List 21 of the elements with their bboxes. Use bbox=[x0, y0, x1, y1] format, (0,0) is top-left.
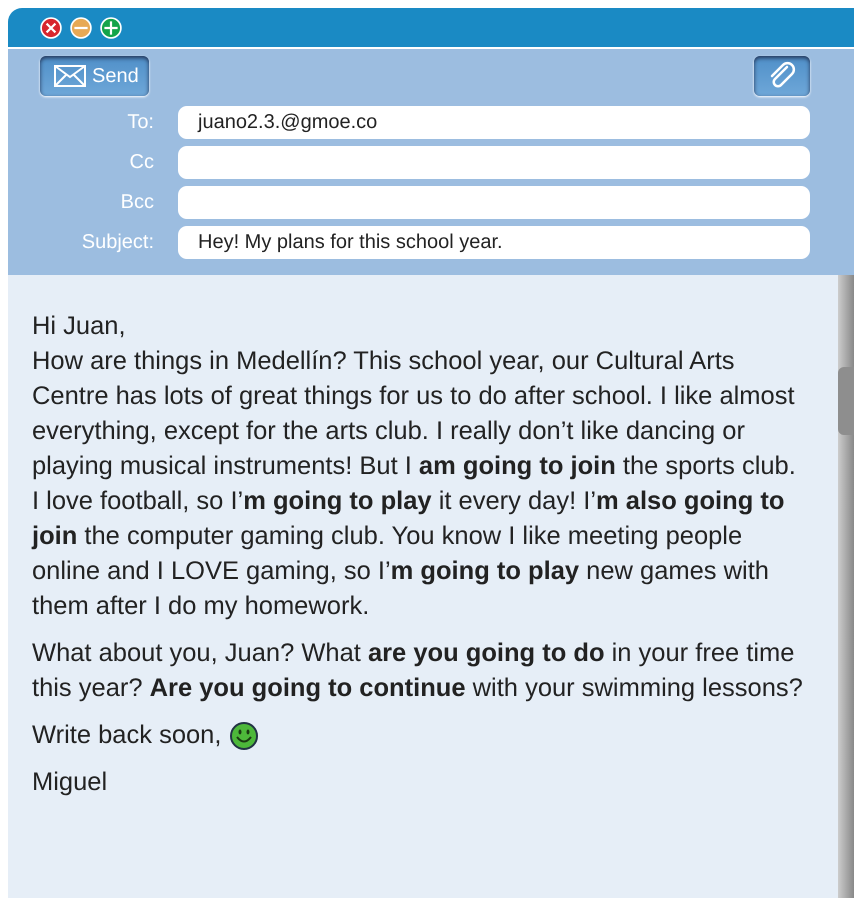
maximize-icon[interactable] bbox=[100, 16, 122, 38]
field-label: Subject: bbox=[80, 231, 155, 254]
input-field[interactable] bbox=[178, 146, 810, 179]
scroll-thumb[interactable] bbox=[838, 367, 854, 435]
closing-text: Write back soon, bbox=[32, 720, 222, 751]
close-icon[interactable] bbox=[40, 16, 62, 38]
field-label: Cc bbox=[128, 151, 155, 174]
minimize-icon[interactable] bbox=[70, 16, 92, 38]
message-paragraph: What about you, Juan? What are you going to do in your free time this year? Are you going to continue with your swimming lessons? bbox=[32, 638, 804, 704]
envelope-icon bbox=[54, 65, 86, 87]
field-label: Bcc bbox=[120, 191, 155, 214]
input-field[interactable]: juano2.3.@gmoe.co bbox=[178, 106, 810, 139]
input-field[interactable] bbox=[178, 186, 810, 219]
attach-button[interactable] bbox=[754, 56, 810, 96]
message-paragraph: How are things in Medellín? This school year, our Cultural Arts Centre has lots of great things for us to do after school. I like almost everything, except for the arts club. I really don’t like dancing or playing musical instruments! But I am going to join the sports club. I love football, so I’m going to play it every day! I’m also going to join the computer gaming club. You know I like meeting people online and I LOVE gaming, so I’m going to play new games with them after I do my homework. bbox=[32, 346, 797, 622]
smiley-icon bbox=[229, 720, 260, 750]
greeting-text: Hi Juan, bbox=[32, 311, 127, 342]
field-label: To: bbox=[126, 111, 155, 134]
scrollbar[interactable] bbox=[838, 275, 854, 898]
signature-text: Miguel bbox=[32, 767, 108, 798]
input-field[interactable]: Hey! My plans for this school year. bbox=[178, 226, 810, 259]
